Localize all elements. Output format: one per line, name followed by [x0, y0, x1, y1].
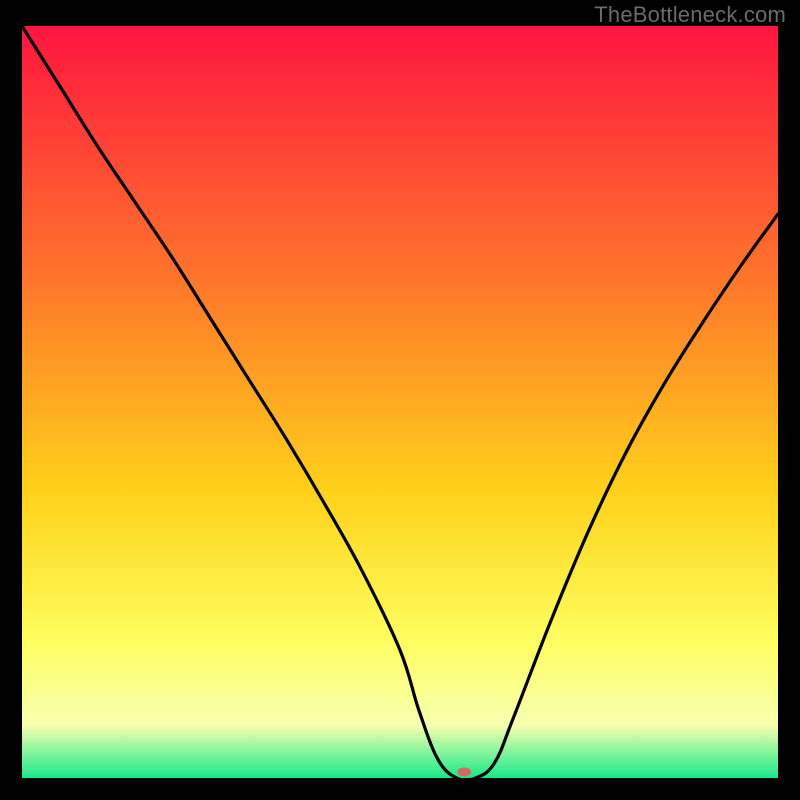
- current-point-marker: [457, 767, 471, 776]
- gradient-background: [22, 26, 778, 778]
- watermark-text: TheBottleneck.com: [594, 2, 786, 28]
- plot-area: [22, 26, 778, 778]
- chart-stage: TheBottleneck.com: [0, 0, 800, 800]
- bottleneck-chart: [22, 26, 778, 778]
